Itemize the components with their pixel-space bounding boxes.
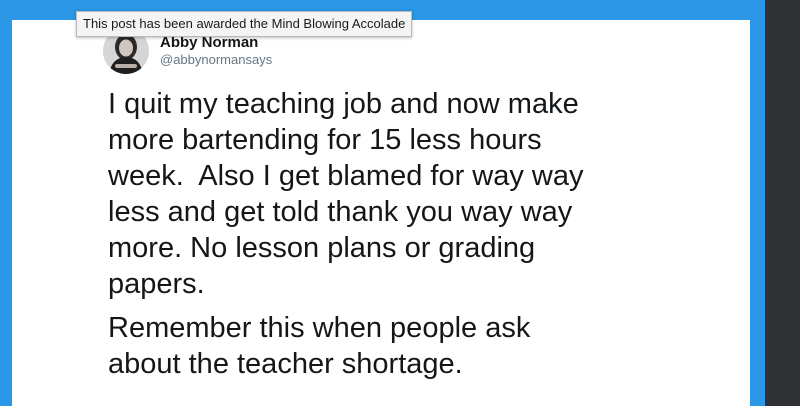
author-handle[interactable]: @abbynormansays	[160, 52, 272, 67]
tweet-body: I quit my teaching job and now make more…	[108, 86, 728, 382]
dark-side-strip	[765, 0, 800, 406]
accolade-tooltip: This post has been awarded the Mind Blow…	[76, 11, 413, 37]
tweet-paragraph: I quit my teaching job and now make more…	[108, 88, 584, 300]
tweet-paragraph: Remember this when people ask about the …	[108, 312, 531, 380]
